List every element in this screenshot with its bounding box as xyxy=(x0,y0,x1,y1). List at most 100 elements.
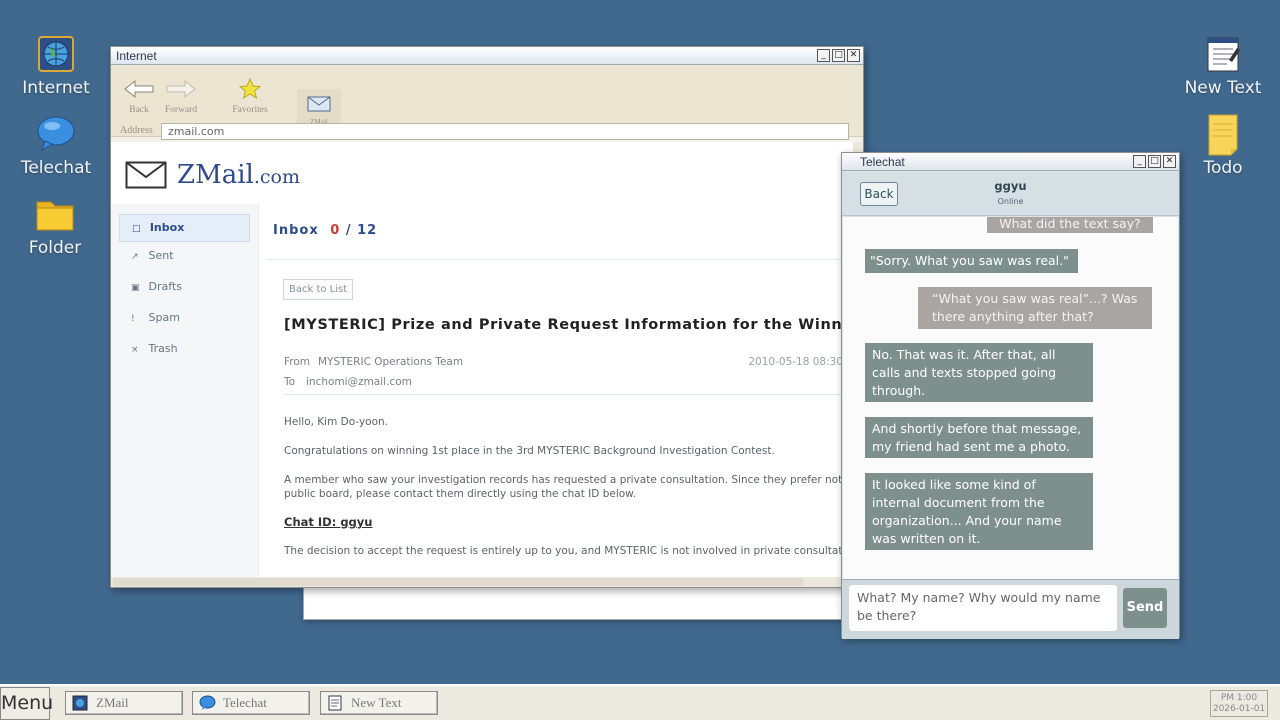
taskbar: Menu ZMail Telechat New Text PM 1:00 202… xyxy=(0,684,1280,720)
horizontal-scrollbar[interactable] xyxy=(111,577,853,587)
desktop-icon-label: New Text xyxy=(1184,78,1262,98)
from-value: MYSTERIC Operations Team xyxy=(318,356,464,368)
message-bubble-sent: What did the text say? xyxy=(987,217,1153,233)
sticky-note-icon xyxy=(1203,112,1243,156)
webpage: ZMail.com □ Inbox ↗ Sent ▣ Drafts ! Spam… xyxy=(111,142,853,577)
back-button[interactable]: Back xyxy=(123,73,155,115)
inbox-header: Inbox 0 / 12 xyxy=(273,223,377,238)
sidebar-item-label: Inbox xyxy=(149,221,185,234)
desktop-icon-todo[interactable]: Todo xyxy=(1178,112,1268,178)
sidebar-item-trash[interactable]: × Trash xyxy=(119,335,250,366)
sidebar-item-label: Sent xyxy=(148,249,174,262)
internet-titlebar[interactable]: Internet _ □ ✕ xyxy=(111,47,863,65)
forward-button[interactable]: Forward xyxy=(161,73,201,115)
taskbar-item-label: Telechat xyxy=(223,695,267,710)
message-bubble-received: No. That was it. After that, all calls a… xyxy=(865,343,1093,402)
send-button[interactable]: Send xyxy=(1123,588,1167,628)
email-greeting: Hello, Kim Do-yoon. xyxy=(284,416,389,428)
inbox-title: Inbox xyxy=(273,223,319,238)
telechat-window[interactable]: Telechat _ □ ✕ Back ggyu Online What did… xyxy=(841,152,1180,639)
spam-icon: ! xyxy=(131,314,135,324)
total-count: / 12 xyxy=(345,223,378,238)
email-subject: [MYSTERIC] Prize and Private Request Inf… xyxy=(284,317,853,333)
mail-content: Inbox 0 / 12 Back to List [MYSTERIC] Pri… xyxy=(267,204,853,577)
folder-icon xyxy=(35,194,75,234)
sidebar-item-label: Drafts xyxy=(148,280,182,293)
globe-icon xyxy=(36,34,76,74)
favorites-button[interactable]: Favorites xyxy=(227,73,273,115)
sidebar-item-sent[interactable]: ↗ Sent xyxy=(119,242,250,273)
to-label: To xyxy=(284,376,296,388)
system-clock[interactable]: PM 1:00 2026-01-01 xyxy=(1210,690,1268,717)
taskbar-item-label: ZMail xyxy=(96,695,129,710)
taskbar-item-new-text[interactable]: New Text xyxy=(320,691,438,715)
desktop-icon-new-text[interactable]: New Text xyxy=(1178,34,1268,98)
envelope-icon xyxy=(297,91,341,117)
start-menu-button[interactable]: Menu xyxy=(0,687,53,720)
divider xyxy=(284,394,853,395)
back-to-list-button[interactable]: Back to List xyxy=(283,279,354,300)
back-arrow-icon xyxy=(123,73,155,105)
taskbar-item-telechat[interactable]: Telechat xyxy=(192,691,310,715)
address-bar: Address zmail.com xyxy=(111,121,863,141)
telechat-titlebar[interactable]: Telechat _ □ ✕ xyxy=(842,153,1179,171)
minimize-button[interactable]: _ xyxy=(1133,155,1146,168)
chat-header: Back ggyu Online xyxy=(842,172,1179,216)
email-paragraph: A member who saw your investigation reco… xyxy=(284,474,853,486)
email-from-row: From MYSTERIC Operations Team xyxy=(284,356,463,368)
clock-date: 2026-01-01 xyxy=(1212,704,1266,714)
desktop-icon-label: Folder xyxy=(28,238,82,258)
message-bubble-received: "Sorry. What you saw was real." xyxy=(865,249,1078,273)
star-icon xyxy=(227,73,273,105)
notepad-icon xyxy=(327,695,343,718)
taskbar-item-label: New Text xyxy=(351,695,402,710)
message-bubble-sent: “What you saw was real”...? Was there an… xyxy=(918,287,1152,329)
close-button[interactable]: ✕ xyxy=(1163,155,1176,168)
background-window[interactable] xyxy=(303,586,843,620)
chat-bubble-icon xyxy=(36,114,76,154)
desktop-icon-label: Telechat xyxy=(20,158,92,178)
trash-icon: × xyxy=(131,345,139,355)
address-label: Address xyxy=(120,125,153,136)
sidebar-item-inbox[interactable]: □ Inbox xyxy=(119,214,250,242)
window-title: Telechat xyxy=(860,155,905,169)
scrollbar-thumb[interactable] xyxy=(113,578,803,586)
desktop-icon-label: Todo xyxy=(1203,158,1243,178)
desktop-icon-folder[interactable]: Folder xyxy=(10,194,100,258)
zmail-logo[interactable]: ZMail.com xyxy=(125,160,300,190)
desktop-icon-telechat[interactable]: Telechat xyxy=(11,114,101,178)
contact-name: ggyu xyxy=(994,179,1027,193)
email-date: 2010-05-18 08:30 xyxy=(748,356,843,368)
maximize-button[interactable]: □ xyxy=(1148,155,1161,168)
chat-input-area: What? My name? Why would my name be ther… xyxy=(842,579,1179,639)
message-input[interactable]: What? My name? Why would my name be ther… xyxy=(849,585,1117,631)
sent-icon: ↗ xyxy=(131,252,139,262)
desktop-icon-internet[interactable]: Internet xyxy=(11,34,101,98)
divider xyxy=(267,259,853,260)
logo-text: ZMail.com xyxy=(177,160,300,190)
sidebar-item-drafts[interactable]: ▣ Drafts xyxy=(119,273,250,304)
minimize-button[interactable]: _ xyxy=(817,49,830,62)
mail-sidebar: □ Inbox ↗ Sent ▣ Drafts ! Spam × Trash xyxy=(111,204,259,577)
email-to-row: To inchomi@zmail.com xyxy=(284,376,412,388)
close-button[interactable]: ✕ xyxy=(847,49,860,62)
chat-messages[interactable]: What did the text say? "Sorry. What you … xyxy=(843,217,1178,579)
forward-arrow-icon xyxy=(161,73,201,105)
browser-icon xyxy=(72,695,88,718)
address-input[interactable]: zmail.com xyxy=(161,123,849,140)
sidebar-item-label: Spam xyxy=(148,311,180,324)
email-paragraph: public board, please contact them direct… xyxy=(284,488,637,500)
envelope-icon xyxy=(125,161,167,189)
sidebar-item-spam[interactable]: ! Spam xyxy=(119,304,250,335)
internet-window[interactable]: Internet _ □ ✕ Back Forward Favorites ZM… xyxy=(110,46,864,588)
desktop-icon-label: Internet xyxy=(22,78,90,98)
drafts-icon: ▣ xyxy=(131,283,140,293)
chat-id-text: Chat ID: ggyu xyxy=(284,515,373,529)
window-title: Internet xyxy=(116,49,157,63)
email-paragraph: Congratulations on winning 1st place in … xyxy=(284,445,775,457)
taskbar-item-zmail[interactable]: ZMail xyxy=(65,691,183,715)
notepad-icon xyxy=(1203,34,1243,74)
to-value: inchomi@zmail.com xyxy=(306,376,412,388)
maximize-button[interactable]: □ xyxy=(832,49,845,62)
clock-time: PM 1:00 xyxy=(1220,693,1258,703)
